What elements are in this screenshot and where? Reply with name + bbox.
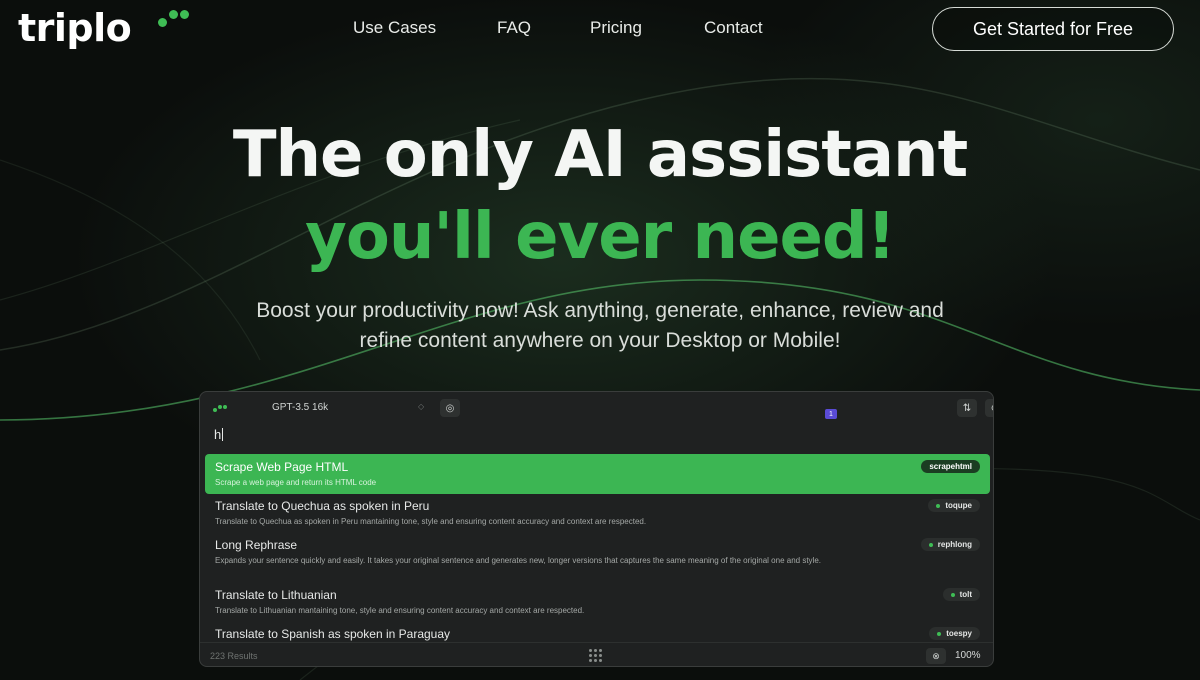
- command-badge: tolt: [942, 588, 980, 601]
- chevron-icon[interactable]: ◇: [418, 402, 424, 411]
- command-badge: scrapehtml: [921, 460, 980, 473]
- nav-pricing[interactable]: Pricing: [590, 18, 642, 38]
- item-description: Scrape a web page and return its HTML co…: [215, 478, 377, 487]
- command-text: scrapehtml: [929, 462, 972, 471]
- app-window: ◎ GPT-3.5 16k ◇ ⇅ ⊕ ⚇ 1 ✦ ✧ ↺ ⊘ h Scrape…: [199, 391, 994, 667]
- item-description: Translate to Quechua as spoken in Peru m…: [215, 517, 647, 526]
- logo[interactable]: triplo: [18, 6, 132, 50]
- app-toolbar: ◎ GPT-3.5 16k ◇ ⇅ ⊕ ⚇ 1 ✦ ✧ ↺ ⊘: [200, 392, 993, 424]
- item-title: Translate to Spanish as spoken in Paragu…: [215, 627, 451, 641]
- hero-title-line1: The only AI assistant: [232, 118, 968, 192]
- get-started-button[interactable]: Get Started for Free: [932, 7, 1174, 51]
- list-item[interactable]: Translate to Spanish as spoken in Paragu…: [205, 621, 990, 642]
- item-title: Translate to Quechua as spoken in Peru: [215, 499, 430, 513]
- nav-faq[interactable]: FAQ: [497, 18, 531, 38]
- command-text: toqupe: [945, 501, 972, 510]
- item-title: Translate to Lithuanian: [215, 588, 337, 602]
- sliders-icon[interactable]: ⇅: [957, 399, 977, 417]
- command-badge: toqupe: [928, 499, 980, 512]
- site-header: triplo Use Cases FAQ Pricing Contact Get…: [0, 0, 1200, 58]
- target-icon[interactable]: ◎: [440, 399, 460, 417]
- results-count: 223 Results: [210, 651, 258, 661]
- list-item[interactable]: Long Rephrase Expands your sentence quic…: [205, 532, 990, 572]
- command-list: Scrape Web Page HTML Scrape a web page a…: [200, 454, 993, 642]
- item-description: Expands your sentence quickly and easily…: [215, 556, 821, 565]
- hero-subtitle-line2: refine content anywhere on your Desktop …: [359, 329, 841, 352]
- hero-subtitle-line1: Boost your productivity now! Ask anythin…: [256, 299, 944, 322]
- logo-text: triplo: [18, 6, 132, 50]
- zoom-level[interactable]: 100%: [955, 650, 981, 661]
- nav-contact[interactable]: Contact: [704, 18, 763, 38]
- command-text: rephlong: [937, 540, 972, 549]
- item-description: Translate to Lithuanian mantaining tone,…: [215, 606, 585, 615]
- item-title: Scrape Web Page HTML: [215, 460, 349, 474]
- hero-title-line2: you'll ever need!: [305, 200, 896, 274]
- globe-icon[interactable]: ⊕: [985, 399, 993, 417]
- app-footer: 223 Results ⊗ 100%: [200, 642, 993, 666]
- item-title: Long Rephrase: [215, 538, 298, 552]
- model-selector[interactable]: GPT-3.5 16k: [272, 402, 328, 413]
- command-badge: rephlong: [920, 538, 980, 551]
- agents-count-badge: 1: [825, 409, 837, 419]
- list-item[interactable]: Translate to Lithuanian Translate to Lit…: [205, 582, 990, 622]
- prompt-input[interactable]: h: [214, 427, 223, 442]
- nav-use-cases[interactable]: Use Cases: [353, 18, 436, 38]
- hero-subtitle: Boost your productivity now! Ask anythin…: [150, 296, 1050, 356]
- mute-icon[interactable]: ⊗: [926, 648, 946, 664]
- list-item[interactable]: Translate to Quechua as spoken in Peru T…: [205, 493, 990, 533]
- grid-dots-icon[interactable]: [589, 649, 605, 663]
- command-text: tolt: [959, 590, 972, 599]
- command-badge: toespy: [929, 627, 980, 640]
- list-item[interactable]: Scrape Web Page HTML Scrape a web page a…: [205, 454, 990, 494]
- command-text: toespy: [946, 629, 972, 638]
